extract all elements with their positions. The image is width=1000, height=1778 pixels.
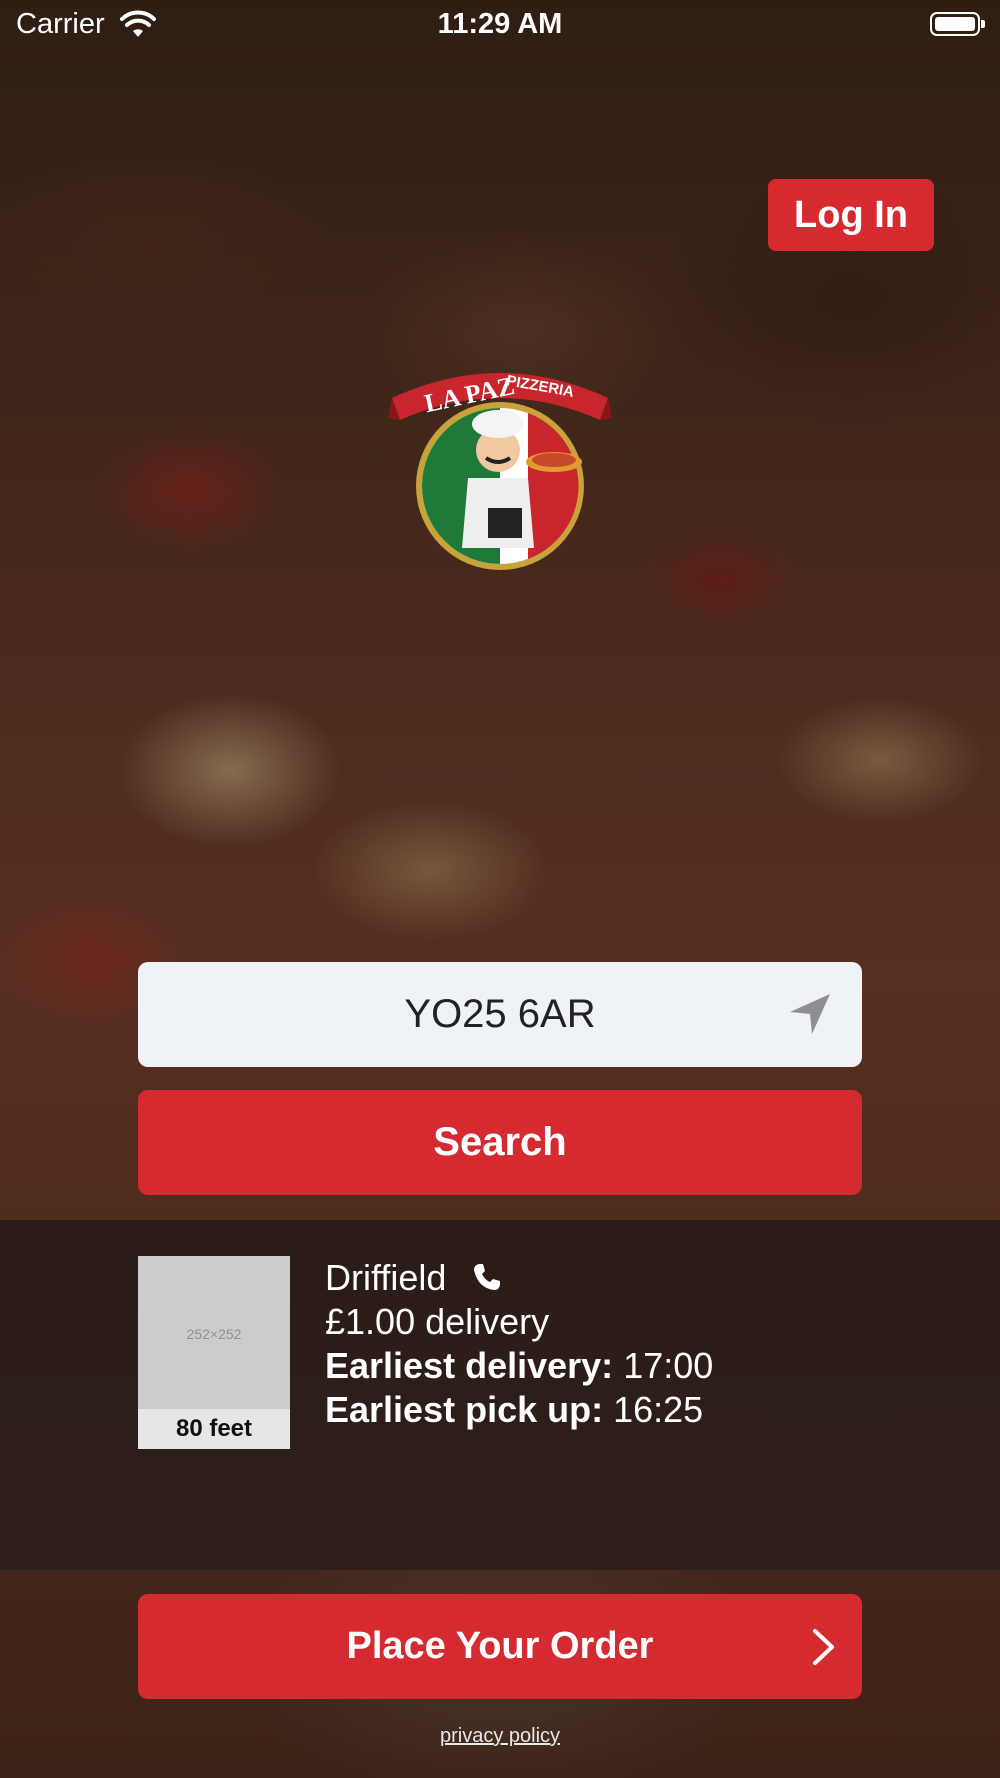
earliest-delivery-time: 17:00: [623, 1345, 714, 1386]
earliest-pickup-time: 16:25: [613, 1389, 704, 1430]
place-order-label: Place Your Order: [346, 1625, 654, 1667]
store-thumbnail: 252×252 80 feet: [138, 1256, 290, 1449]
search-button[interactable]: Search: [138, 1090, 862, 1195]
store-info[interactable]: Driffield £1.00 delivery Earliest delive…: [325, 1256, 713, 1432]
store-distance: 80 feet: [138, 1409, 290, 1449]
thumbnail-placeholder: 252×252: [186, 1326, 242, 1342]
postcode-field[interactable]: [138, 962, 862, 1067]
earliest-delivery-label: Earliest delivery:: [325, 1345, 614, 1386]
battery-icon: [930, 12, 985, 36]
chevron-right-icon: [813, 1629, 834, 1665]
login-button[interactable]: Log In: [768, 179, 934, 251]
phone-icon[interactable]: [472, 1262, 502, 1292]
earliest-pickup-label: Earliest pick up:: [325, 1389, 604, 1430]
privacy-policy-link[interactable]: privacy policy: [0, 1725, 1000, 1748]
pizzeria-logo: LA PAZ PIZZERIA: [388, 358, 612, 582]
clock: 11:29 AM: [437, 8, 563, 40]
place-order-button[interactable]: Place Your Order: [138, 1594, 862, 1699]
postcode-input[interactable]: [138, 962, 862, 1067]
store-name: Driffield: [325, 1257, 447, 1298]
location-arrow-icon[interactable]: [788, 992, 832, 1036]
delivery-fee: £1.00 delivery: [325, 1301, 550, 1342]
status-bar: Carrier 11:29 AM: [0, 0, 1000, 50]
